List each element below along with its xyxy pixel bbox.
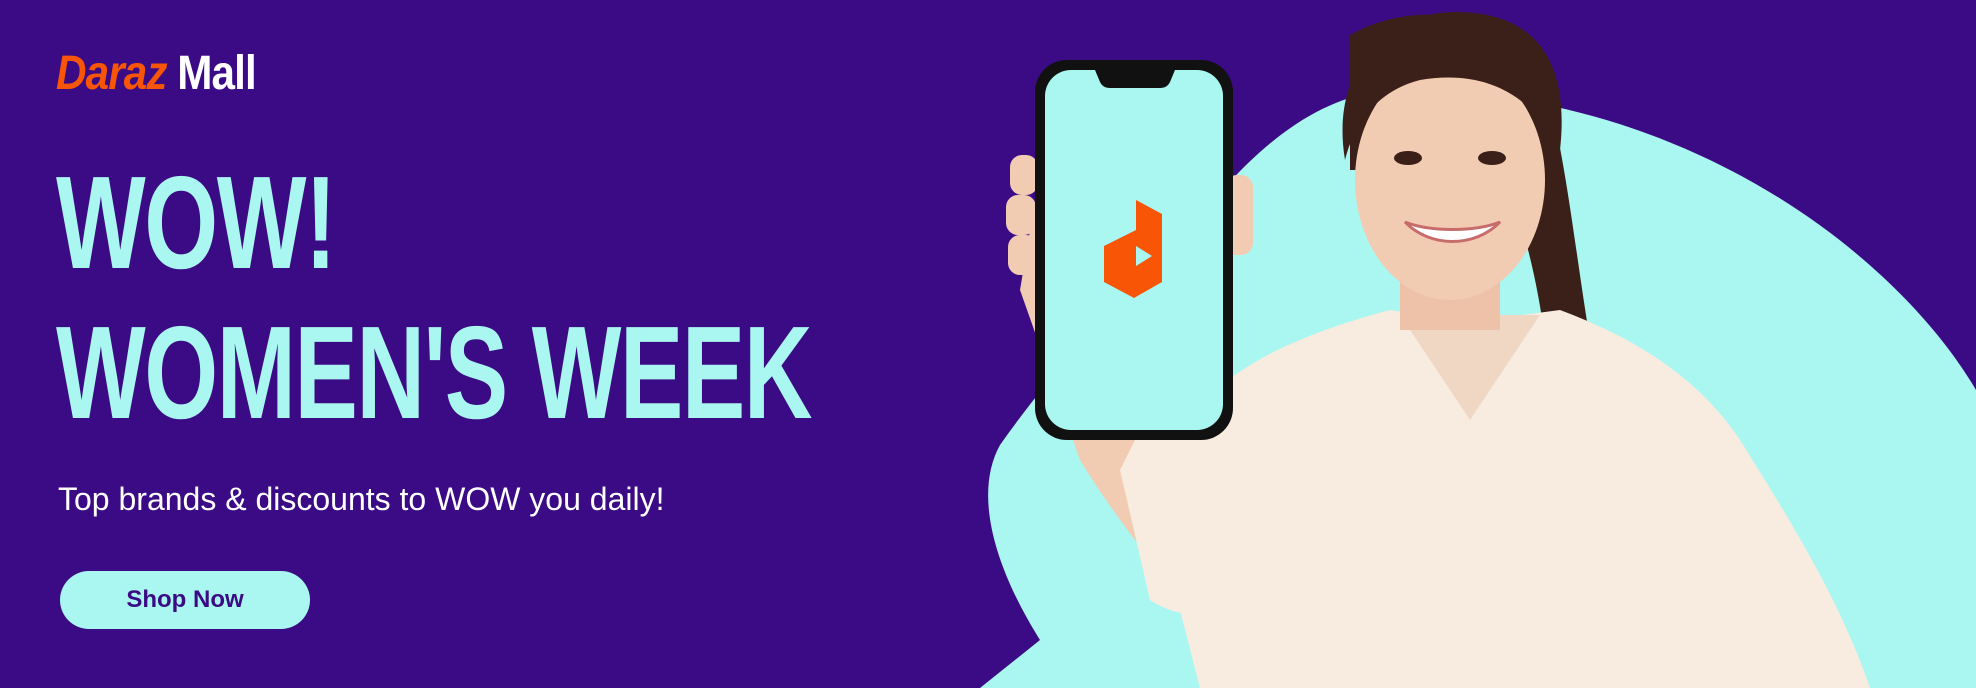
phone-mockup — [1035, 60, 1233, 440]
hero-illustration — [1006, 11, 1870, 688]
promo-banner[interactable]: Daraz Mall WOW! WOMEN'S WEEK Top brands … — [0, 0, 1976, 688]
